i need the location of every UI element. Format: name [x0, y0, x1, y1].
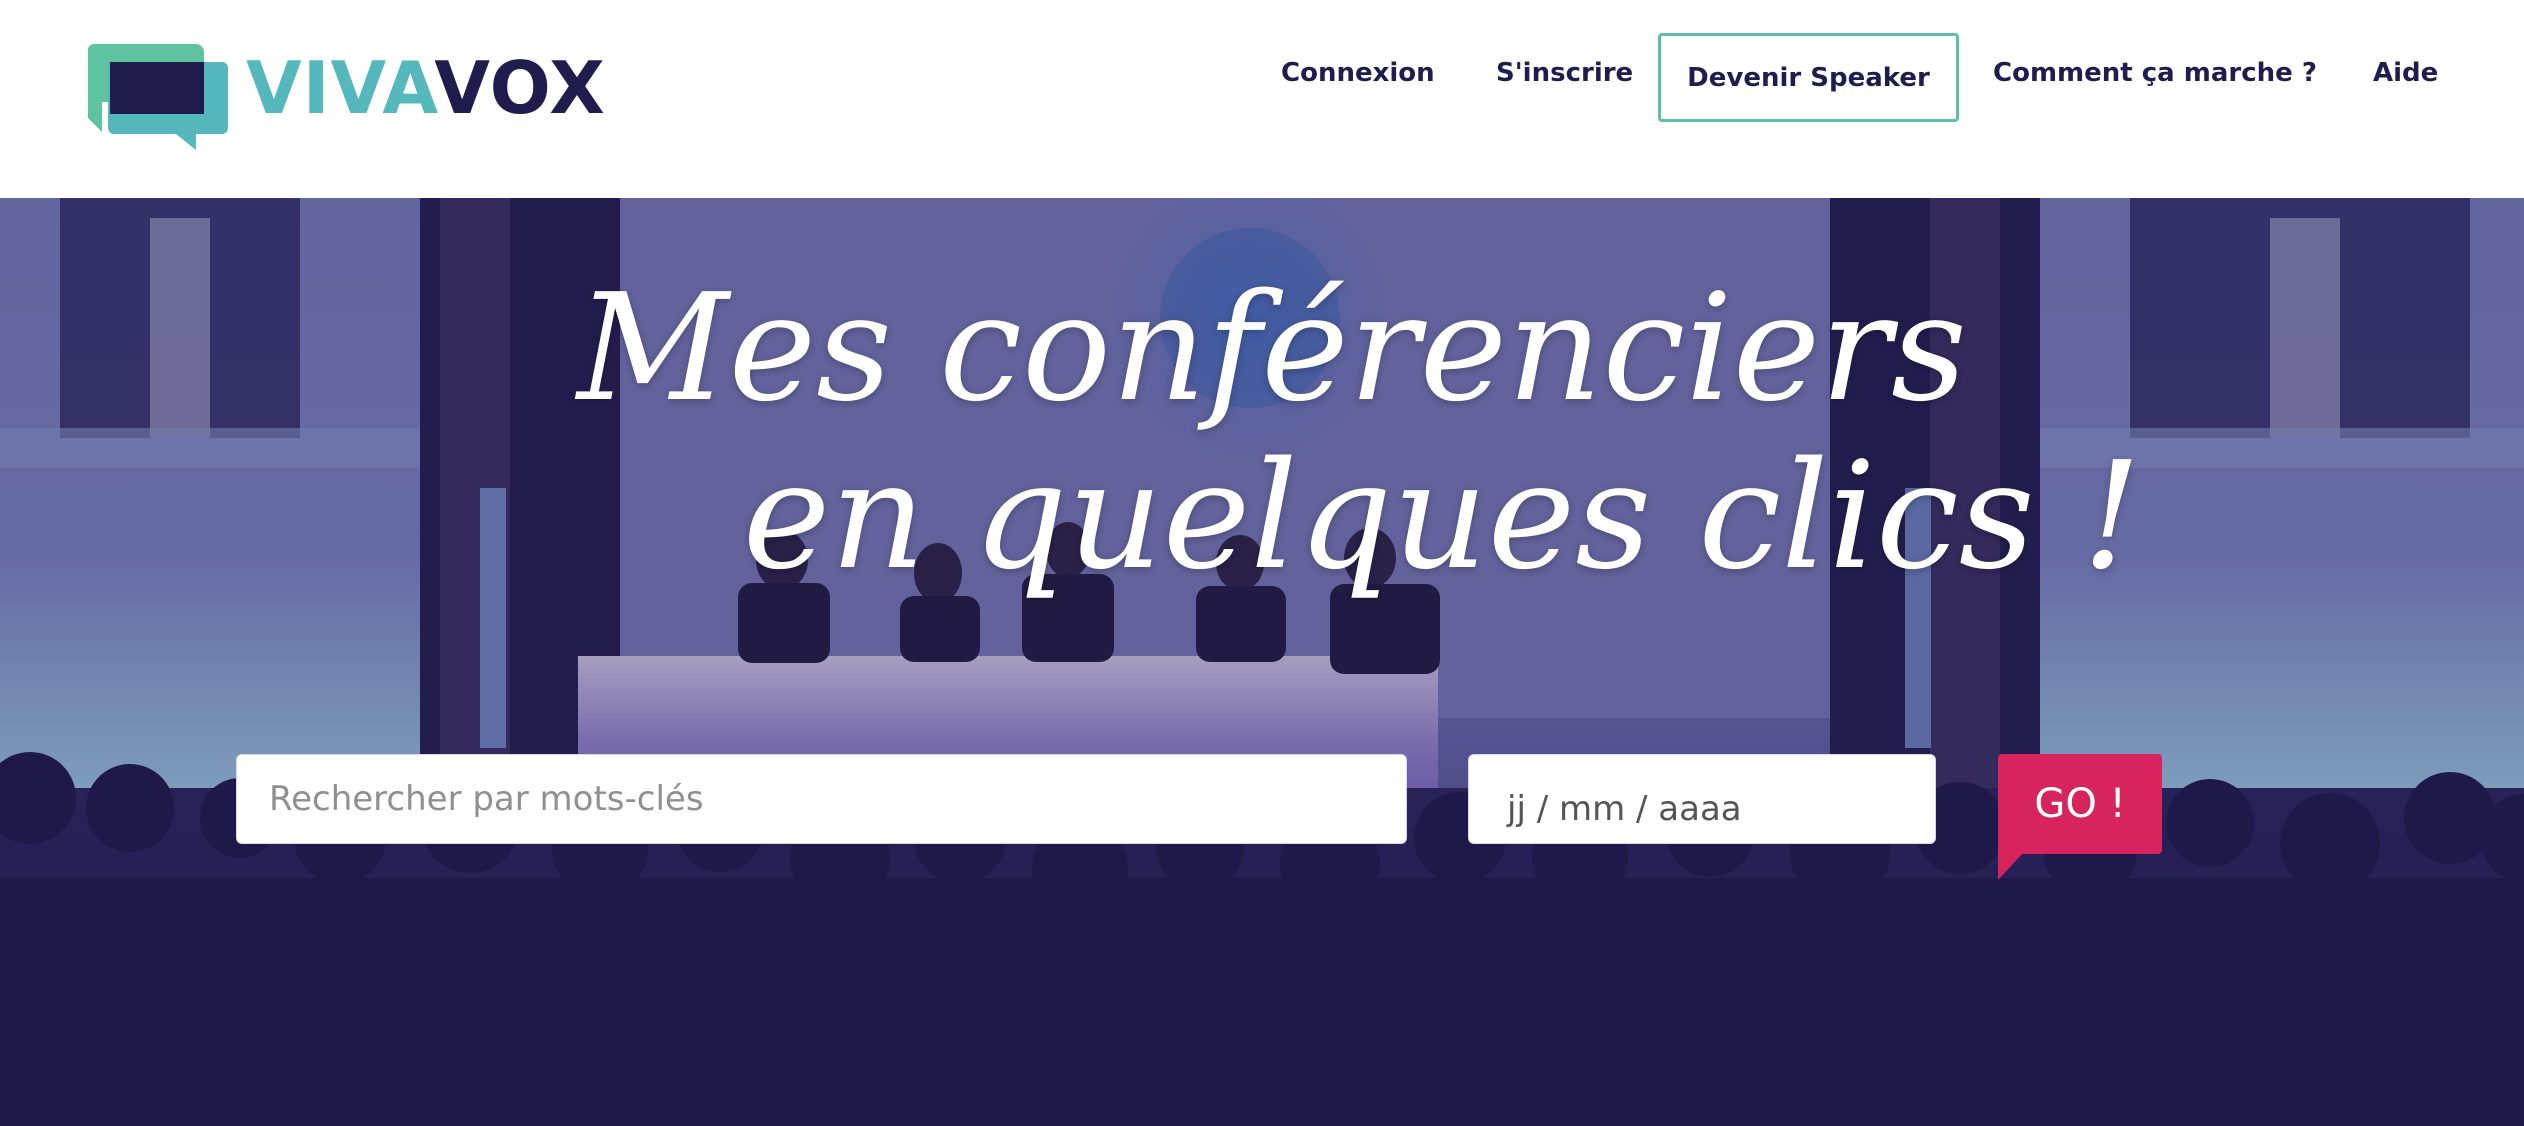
logo-wordmark: VIVAVOX [246, 52, 606, 124]
become-speaker-button[interactable]: Devenir Speaker [1658, 33, 1959, 122]
logo-word-viva: VIVA [246, 46, 435, 130]
nav-how-it-works-link[interactable]: Comment ça marche ? [1993, 58, 2317, 88]
speech-bubble-logo-icon [88, 44, 228, 150]
go-button[interactable]: GO ! [1998, 754, 2162, 854]
logo-word-vox: VOX [434, 46, 606, 130]
nav-login-link[interactable]: Connexion [1281, 58, 1435, 88]
hero-headline-line1: Mes conférenciers [577, 262, 1967, 434]
go-button-tail [1998, 852, 2024, 880]
vivavox-logo[interactable]: VIVAVOX [88, 44, 605, 150]
nav-signup-link[interactable]: S'inscrire [1496, 58, 1633, 88]
nav-help-link[interactable]: Aide [2373, 58, 2438, 88]
keyword-search-input[interactable]: Rechercher par mots-clés [236, 754, 1407, 844]
date-input[interactable]: jj / mm / aaaa [1468, 754, 1936, 844]
hero-section: Mes conférenciers en quelques clics ! Re… [0, 198, 2524, 1126]
site-header: VIVAVOX Connexion S'inscrire Devenir Spe… [0, 0, 2524, 198]
hero-headline-line2: en quelques clics ! [742, 430, 2142, 602]
